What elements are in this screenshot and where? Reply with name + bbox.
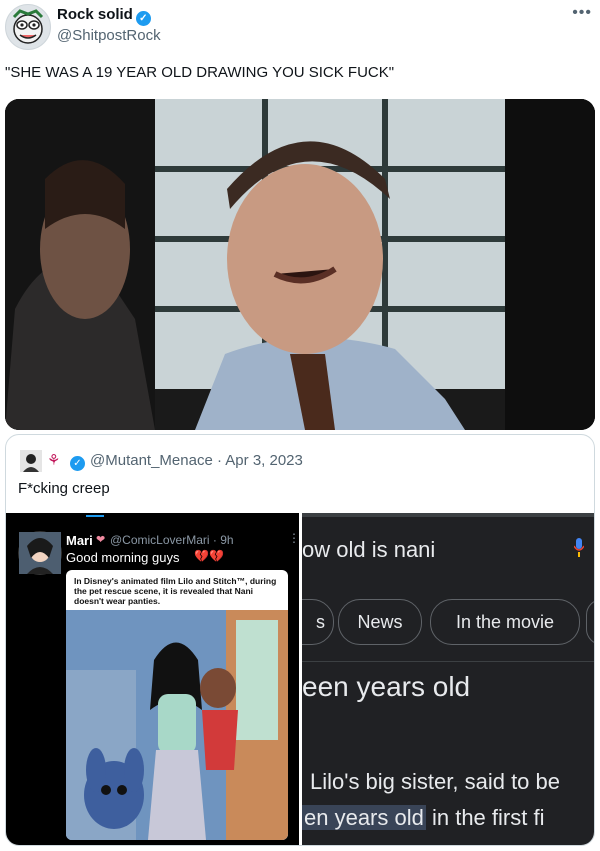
search-chip-partial: s — [302, 599, 334, 645]
broken-heart-icons: 💔💔 — [194, 549, 224, 563]
quote-date[interactable]: · Apr 3, 2023 — [217, 452, 303, 469]
cartoon-illustration — [66, 610, 288, 840]
snippet-rest: in the first fi — [425, 805, 545, 830]
meme-card: In Disney's animated film Lilo and Stitc… — [66, 570, 288, 840]
author-name-row[interactable]: Rock solid ✓ — [57, 6, 151, 26]
search-chip-cutoff — [586, 599, 594, 645]
heart-icon: ❤ — [96, 534, 106, 546]
flower-emoji-icon: ⚘ — [47, 452, 61, 469]
mari-avatar-image — [19, 532, 61, 574]
quote-meta[interactable]: @Mutant_Menace · Apr 3, 2023 — [90, 452, 303, 469]
search-chip-news: News — [338, 599, 422, 645]
search-answer: een years old — [302, 671, 471, 702]
search-query: ow old is nani — [302, 537, 436, 562]
quote-verified-badge-icon: ✓ — [70, 453, 85, 471]
author-name[interactable]: Rock solid — [57, 6, 133, 23]
snippet-line-2: en years old in the first fi — [302, 805, 544, 831]
mari-text: Good morning guys — [66, 550, 180, 565]
quoted-tweet-card[interactable]: ⚘ ✓ @Mutant_Menace · Apr 3, 2023 F*cking… — [5, 434, 595, 846]
media-illustration — [5, 99, 595, 430]
mari-handle: @ComicLoverMari · 9h — [110, 533, 234, 547]
divider — [302, 661, 594, 662]
quote-media-right-screenshot[interactable]: ow old is nani s News In the movie een y… — [302, 513, 594, 845]
search-chip-in-the-movie: In the movie — [430, 599, 580, 645]
status-bar — [302, 513, 594, 517]
author-avatar[interactable] — [5, 4, 51, 50]
more-options-icon[interactable]: ••• — [572, 4, 592, 22]
cartoon-image — [66, 610, 288, 840]
mari-name: Mari — [66, 533, 93, 548]
verified-badge-icon: ✓ — [135, 11, 151, 26]
tweet-text: "SHE WAS A 19 YEAR OLD DRAWING YOU SICK … — [5, 64, 395, 81]
avatar-image — [12, 9, 44, 44]
quote-avatar-image — [20, 450, 42, 472]
tweet-media-image[interactable] — [5, 99, 595, 430]
microphone-icon — [573, 538, 585, 558]
mari-avatar — [18, 531, 62, 575]
quote-handle[interactable]: @Mutant_Menace — [90, 452, 213, 469]
quote-text: F*cking creep — [18, 480, 110, 497]
quote-author-avatar[interactable] — [20, 450, 42, 472]
snippet-line-1: Lilo's big sister, said to be — [310, 769, 561, 794]
mic-glyph — [573, 538, 585, 557]
quote-media-left-screenshot[interactable]: Mari ❤ @ComicLoverMari · 9h Good morning… — [6, 513, 299, 845]
mari-more-icon: ⋮ — [288, 531, 299, 545]
snippet-highlight: en years old — [302, 805, 426, 830]
author-handle[interactable]: @ShitpostRock — [57, 27, 161, 44]
scroll-indicator — [86, 515, 104, 517]
meme-caption: In Disney's animated film Lilo and Stitc… — [74, 576, 277, 606]
